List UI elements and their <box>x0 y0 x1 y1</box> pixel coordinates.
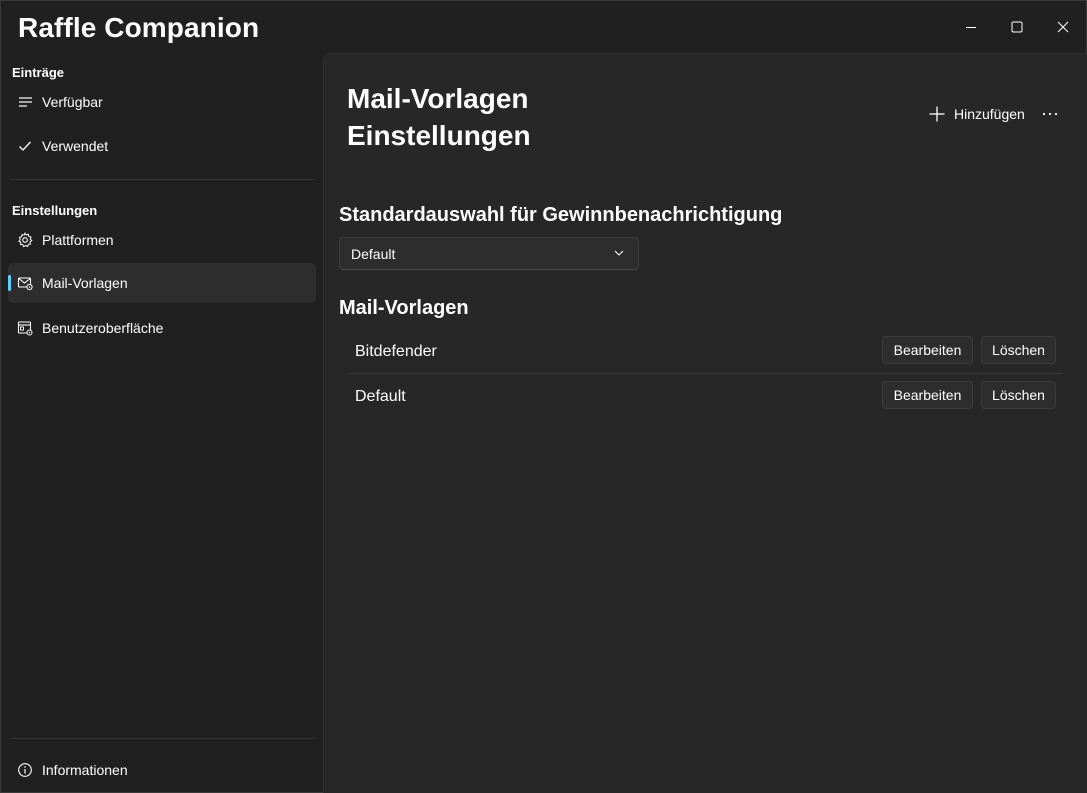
nav-header-eintraege: Einträge <box>12 65 65 80</box>
title-bar[interactable]: Raffle Companion <box>1 1 1086 53</box>
app-window: Raffle Companion Einträge Verfügbar Verw… <box>0 0 1087 793</box>
close-icon <box>1057 21 1069 33</box>
add-icon <box>929 106 945 122</box>
checkmark-icon <box>17 138 33 154</box>
delete-button[interactable]: Löschen <box>981 381 1056 409</box>
nav-header-einstellungen: Einstellungen <box>12 203 98 218</box>
sidebar-footer-divider <box>10 738 314 739</box>
sidebar-item-verwendet[interactable]: Verwendet <box>8 126 316 166</box>
templates-section-title: Mail-Vorlagen <box>339 297 469 319</box>
sidebar-item-label: Benutzeroberfläche <box>42 320 164 336</box>
template-name: Bitdefender <box>355 343 437 360</box>
close-button[interactable] <box>1040 9 1086 45</box>
more-icon <box>1042 112 1058 116</box>
maximize-button[interactable] <box>994 9 1040 45</box>
list-item: Bitdefender Bearbeiten Löschen <box>349 330 1063 374</box>
delete-button[interactable]: Löschen <box>981 336 1056 364</box>
default-selection-title: Standardauswahl für Gewinnbenachrichtigu… <box>339 204 783 226</box>
window-settings-icon <box>17 320 33 336</box>
info-icon <box>17 762 33 778</box>
sidebar-item-label: Plattformen <box>42 232 114 248</box>
mail-settings-icon <box>17 275 33 291</box>
selection-indicator <box>8 275 11 291</box>
sidebar-item-label: Verwendet <box>42 138 109 154</box>
sidebar-item-label: Mail-Vorlagen <box>42 275 128 291</box>
chevron-down-icon <box>614 250 624 256</box>
page-title: Mail-Vorlagen Einstellungen <box>347 83 531 151</box>
template-name: Default <box>355 388 406 405</box>
list-icon <box>17 94 33 110</box>
maximize-icon <box>1011 21 1023 33</box>
list-divider <box>349 373 1063 374</box>
sidebar-item-benutzeroberflaeche[interactable]: Benutzeroberfläche <box>8 308 316 348</box>
sidebar-item-mail-vorlagen[interactable]: Mail-Vorlagen <box>8 263 316 303</box>
sidebar-item-verfuegbar[interactable]: Verfügbar <box>8 82 316 122</box>
combobox-value: Default <box>351 246 396 262</box>
sidebar-item-plattformen[interactable]: Plattformen <box>8 220 316 260</box>
navigation-pane: Einträge Verfügbar Verwendet Einstellung… <box>1 53 323 793</box>
sidebar-item-label: Informationen <box>42 762 128 778</box>
minimize-icon <box>966 27 976 28</box>
add-button[interactable]: Hinzufügen <box>928 102 1025 126</box>
minimize-button[interactable] <box>948 9 994 45</box>
more-button[interactable] <box>1040 102 1060 126</box>
sidebar-divider <box>10 179 314 180</box>
default-template-combobox[interactable]: Default <box>339 237 639 270</box>
list-item: Default Bearbeiten Löschen <box>349 375 1063 419</box>
content-area: Mail-Vorlagen Einstellungen Hinzufügen S… <box>323 53 1087 793</box>
sidebar-item-informationen[interactable]: Informationen <box>8 750 316 790</box>
app-title: Raffle Companion <box>18 12 260 43</box>
edit-button[interactable]: Bearbeiten <box>882 336 973 364</box>
edit-button[interactable]: Bearbeiten <box>882 381 973 409</box>
sidebar-item-label: Verfügbar <box>42 94 103 110</box>
gear-icon <box>17 232 33 248</box>
add-button-label: Hinzufügen <box>954 106 1025 122</box>
